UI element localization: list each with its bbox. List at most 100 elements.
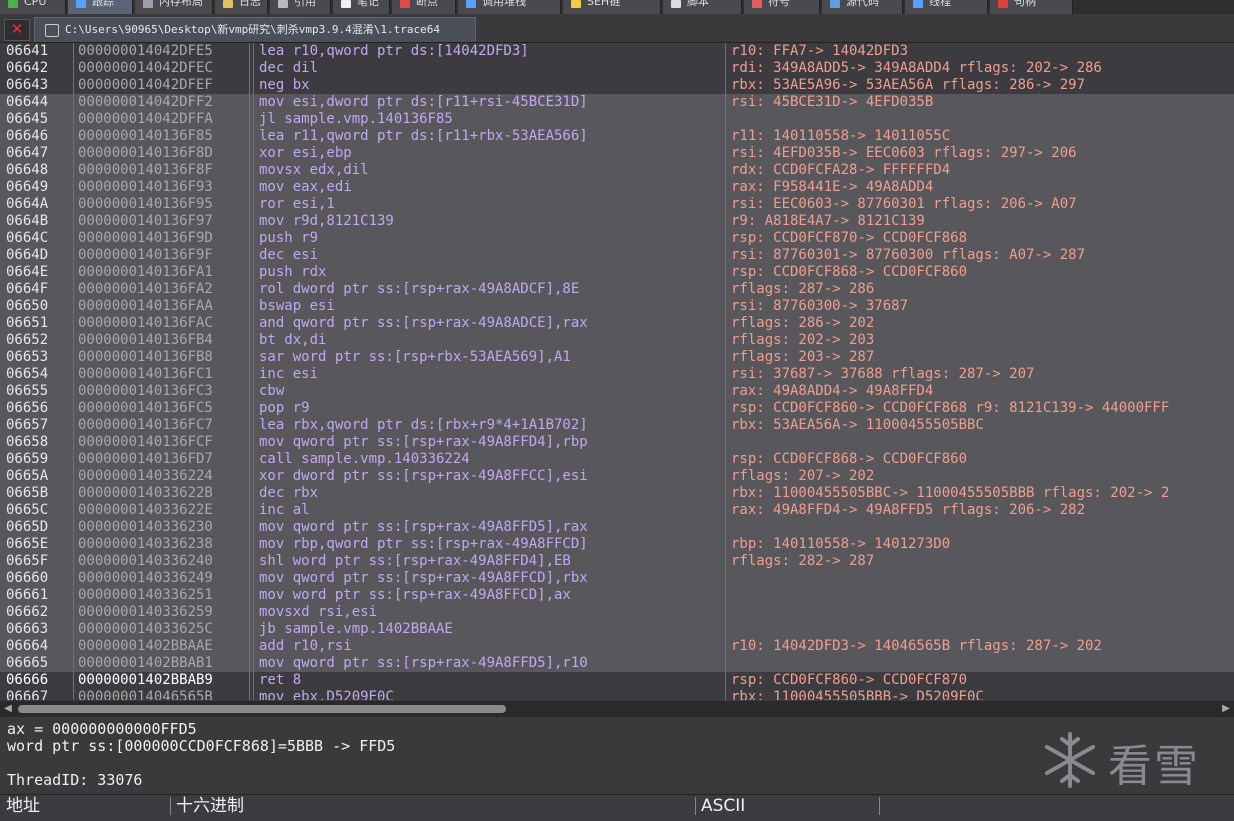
- toolbar-tab[interactable]: 符号: [744, 0, 820, 14]
- toolbar-tab-label: 引用: [294, 0, 316, 8]
- dump-row: [0, 817, 1234, 821]
- trace-row[interactable]: 06641 000000014042DFE5 lea r10,qword ptr d…: [0, 43, 1234, 60]
- dump-col-hex[interactable]: 十六进制: [176, 795, 244, 817]
- trace-row[interactable]: 06645 000000014042DFFA jl sample.vmp.14013…: [0, 111, 1234, 128]
- trace-row[interactable]: 06656 0000000140136FC5 pop r9 rsp: CCD0FCF8…: [0, 400, 1234, 417]
- dump-col-address[interactable]: 地址: [6, 795, 40, 817]
- trace-row[interactable]: 06646 0000000140136F85 lea r11,qword ptr d…: [0, 128, 1234, 145]
- trace-index: 06646: [6, 128, 49, 144]
- scroll-left-icon[interactable]: ◀: [0, 701, 16, 717]
- info-register-line: ax = 000000000000FFD5: [7, 720, 197, 738]
- trace-instruction: mov qword ptr ss:[rsp+rax-49A8FFD5],rax: [259, 519, 588, 535]
- trace-row[interactable]: 06652 0000000140136FB4 bt dx,di rflags: 202…: [0, 332, 1234, 349]
- trace-instruction: dec esi: [259, 247, 319, 263]
- trace-index: 06642: [6, 60, 49, 76]
- trace-row[interactable]: 06647 0000000140136F8D xor esi,ebp rsi: 4EF…: [0, 145, 1234, 162]
- trace-table[interactable]: 06641 000000014042DFE5 lea r10,qword ptr d…: [0, 43, 1234, 700]
- trace-instruction: push r9: [259, 230, 319, 246]
- trace-index: 0665C: [6, 502, 49, 518]
- trace-address: 0000000140136FA2: [78, 281, 213, 297]
- toolbar-tab[interactable]: 日志: [215, 0, 268, 14]
- trace-row[interactable]: 0664C 0000000140136F9D push r9 rsp: CCD0FCF…: [0, 230, 1234, 247]
- trace-row[interactable]: 0664E 0000000140136FA1 push rdx rsp: CCD0FC…: [0, 264, 1234, 281]
- trace-row[interactable]: 0665C 000000014033622E inc al rax: 49A8FFD4…: [0, 502, 1234, 519]
- toolbar-tab[interactable]: 引用: [270, 0, 331, 14]
- trace-row[interactable]: 06661 0000000140336251 mov word ptr ss:[rs…: [0, 587, 1234, 604]
- trace-row[interactable]: 06654 0000000140136FC1 inc esi rsi: 37687->…: [0, 366, 1234, 383]
- toolbar-tab-icon: [671, 0, 681, 8]
- trace-row[interactable]: 06648 0000000140136F8F movsx edx,dil rdx: C…: [0, 162, 1234, 179]
- trace-register-change: rsi: 87760301-> 87760300 rflags: A07-> 2…: [731, 247, 1086, 263]
- trace-row[interactable]: 06651 0000000140136FAC and qword ptr ss:[r…: [0, 315, 1234, 332]
- trace-address: 000000014046565B: [78, 689, 213, 700]
- trace-instruction: jb sample.vmp.1402BBAAE: [259, 621, 453, 637]
- trace-row[interactable]: 0665D 0000000140336230 mov qword ptr ss:[r…: [0, 519, 1234, 536]
- toolbar-tab[interactable]: CPU: [0, 0, 66, 14]
- trace-row[interactable]: 06653 0000000140136FB8 sar word ptr ss:[rs…: [0, 349, 1234, 366]
- trace-address: 0000000140136FC3: [78, 383, 213, 399]
- trace-row[interactable]: 06666 00000001402BBAB9 ret 8 rsp: CCD0FCF86…: [0, 672, 1234, 689]
- trace-row[interactable]: 06649 0000000140136F93 mov eax,edi rax: F95…: [0, 179, 1234, 196]
- trace-instruction: mov qword ptr ss:[rsp+rax-49A8FFCD],rbx: [259, 570, 588, 586]
- trace-row[interactable]: 0665F 0000000140336240 shl word ptr ss:[rs…: [0, 553, 1234, 570]
- trace-row[interactable]: 0664A 0000000140136F95 ror esi,1 rsi: EEC06…: [0, 196, 1234, 213]
- trace-register-change: rsi: EEC0603-> 87760301 rflags: 206-> A0…: [731, 196, 1077, 212]
- toolbar-tab[interactable]: 断点: [392, 0, 456, 14]
- trace-address: 0000000140136F97: [78, 213, 213, 229]
- trace-row[interactable]: 06642 000000014042DFEC dec dil rdi: 349A8AD…: [0, 60, 1234, 77]
- toolbar-tab[interactable]: 笔记: [333, 0, 390, 14]
- snowflake-icon: [1045, 732, 1095, 788]
- trace-address: 000000014042DFE5: [78, 43, 213, 59]
- trace-register-change: rsi: 4EFD035B-> EEC0603 rflags: 297-> 20…: [731, 145, 1077, 161]
- toolbar-tab[interactable]: 句柄: [990, 0, 1073, 14]
- trace-row[interactable]: 06662 0000000140336259 movsxd rsi,esi: [0, 604, 1234, 621]
- trace-register-change: rsi: 37687-> 37688 rflags: 287-> 207: [731, 366, 1035, 382]
- trace-row[interactable]: 06667 000000014046565B mov ebx,D5209E0C rbx…: [0, 689, 1234, 700]
- toolbar-tab-label: 断点: [416, 0, 438, 8]
- scrollbar-thumb[interactable]: [18, 705, 506, 713]
- trace-row[interactable]: 0664F 0000000140136FA2 rol dword ptr ss:[r…: [0, 281, 1234, 298]
- trace-row[interactable]: 06665 00000001402BBAB1 mov qword ptr ss:[r…: [0, 655, 1234, 672]
- trace-index: 0664F: [6, 281, 49, 297]
- trace-row[interactable]: 06659 0000000140136FD7 call sample.vmp.140…: [0, 451, 1234, 468]
- trace-file-tab[interactable]: C:\Users\90965\Desktop\新vmp研究\刺杀vmp3.9.4…: [34, 17, 476, 42]
- trace-index: 06645: [6, 111, 49, 127]
- toolbar-tab[interactable]: 源代码: [822, 0, 903, 14]
- trace-address: 0000000140136F9D: [78, 230, 213, 246]
- trace-row[interactable]: 06663 000000014033625C jb sample.vmp.1402B…: [0, 621, 1234, 638]
- trace-instruction: ror esi,1: [259, 196, 335, 212]
- trace-row[interactable]: 06643 000000014042DFEF neg bx rbx: 53AE5A96…: [0, 77, 1234, 94]
- toolbar-tab[interactable]: SEH链: [563, 0, 661, 14]
- trace-instruction: dec rbx: [259, 485, 319, 501]
- toolbar-tab-icon: [571, 0, 581, 8]
- toolbar-tab[interactable]: 跟踪: [68, 0, 133, 14]
- toolbar-tab[interactable]: 调用堆栈: [458, 0, 561, 14]
- trace-row[interactable]: 06650 0000000140136FAA bswap esi rsi: 87760…: [0, 298, 1234, 315]
- trace-index: 06652: [6, 332, 49, 348]
- horizontal-scrollbar[interactable]: ◀ ▶: [0, 701, 1234, 717]
- trace-address: 0000000140136FB8: [78, 349, 213, 365]
- trace-row[interactable]: 0665A 0000000140336224 xor dword ptr ss:[r…: [0, 468, 1234, 485]
- toolbar-tab[interactable]: 脚本: [663, 0, 742, 14]
- dump-col-ascii[interactable]: ASCII: [701, 795, 745, 817]
- trace-row[interactable]: 0664D 0000000140136F9F dec esi rsi: 8776030…: [0, 247, 1234, 264]
- trace-row[interactable]: 06664 00000001402BBAAE add r10,rsi r10: 140…: [0, 638, 1234, 655]
- column-separator: [253, 43, 254, 700]
- toolbar-tab[interactable]: 内存布局: [135, 0, 213, 14]
- trace-row[interactable]: 0665B 000000014033622B dec rbx rbx: 1100045…: [0, 485, 1234, 502]
- trace-row[interactable]: 0664B 0000000140136F97 mov r9d,8121C139 r9:…: [0, 213, 1234, 230]
- trace-address: 00000001402BBAAE: [78, 638, 213, 654]
- close-trace-button[interactable]: ✕: [4, 19, 30, 41]
- trace-row[interactable]: 06660 0000000140336249 mov qword ptr ss:[r…: [0, 570, 1234, 587]
- trace-address: 0000000140336230: [78, 519, 213, 535]
- trace-index: 06663: [6, 621, 49, 637]
- trace-row[interactable]: 06644 000000014042DFF2 mov esi,dword ptr d…: [0, 94, 1234, 111]
- trace-row[interactable]: 06655 0000000140136FC3 cbw rax: 49A8ADD4-> …: [0, 383, 1234, 400]
- toolbar-tab[interactable]: 线程: [905, 0, 988, 14]
- trace-instruction: mov esi,dword ptr ds:[r11+rsi-45BCE31D]: [259, 94, 588, 110]
- trace-row[interactable]: 0665E 0000000140336238 mov rbp,qword ptr s…: [0, 536, 1234, 553]
- trace-row[interactable]: 06657 0000000140136FC7 lea rbx,qword ptr d…: [0, 417, 1234, 434]
- scroll-right-icon[interactable]: ▶: [1218, 701, 1234, 717]
- trace-row[interactable]: 06658 0000000140136FCF mov qword ptr ss:[r…: [0, 434, 1234, 451]
- trace-instruction: mov word ptr ss:[rsp+rax-49A8FFCD],ax: [259, 587, 571, 603]
